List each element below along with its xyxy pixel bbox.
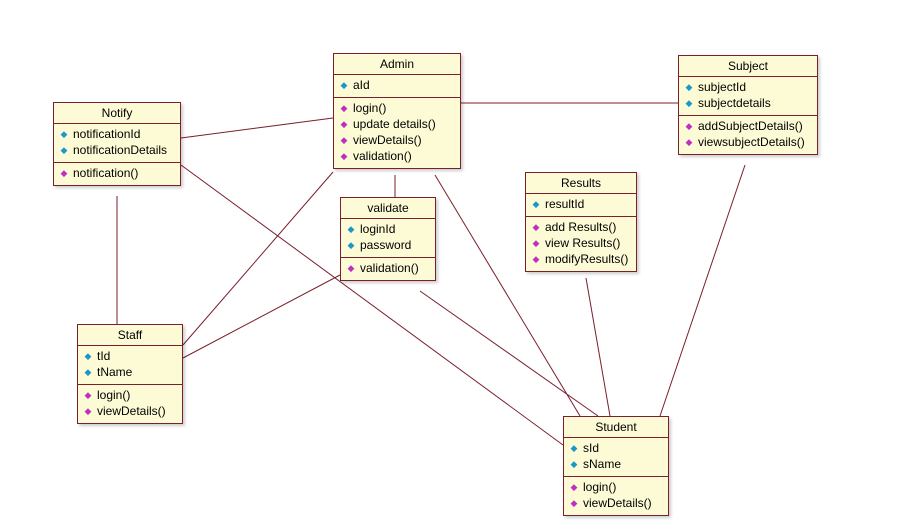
operations-section: add Results() view Results() modifyResul… — [526, 217, 636, 271]
attribute: tId — [97, 349, 110, 363]
operation-icon — [338, 151, 350, 161]
attribute-icon — [683, 98, 695, 108]
operation: view Results() — [545, 236, 620, 250]
operation-icon — [683, 121, 695, 131]
operation-icon — [338, 119, 350, 129]
operations-section: login() update details() viewDetails() v… — [334, 98, 460, 168]
class-title: validate — [341, 198, 435, 219]
attribute-icon — [58, 145, 70, 155]
attribute: loginId — [360, 222, 395, 236]
operation-icon — [82, 390, 94, 400]
operation: modifyResults() — [545, 252, 628, 266]
attribute: sName — [583, 457, 621, 471]
class-title: Notify — [54, 103, 180, 124]
attribute-icon — [82, 367, 94, 377]
operation-icon — [530, 222, 542, 232]
attribute-icon — [530, 199, 542, 209]
operation: add Results() — [545, 220, 616, 234]
class-title: Subject — [679, 56, 817, 77]
attribute: notificationId — [73, 127, 140, 141]
operation-icon — [338, 103, 350, 113]
operation: viewsubjectDetails() — [698, 135, 805, 149]
attribute: notificationDetails — [73, 143, 167, 157]
attributes-section: resultId — [526, 194, 636, 217]
operation-icon — [530, 238, 542, 248]
attribute-icon — [82, 351, 94, 361]
attribute-icon — [58, 129, 70, 139]
operation: viewDetails() — [353, 133, 422, 147]
operation: addSubjectDetails() — [698, 119, 803, 133]
class-student[interactable]: Student sId sName login() viewDetails() — [563, 416, 669, 516]
attribute: aId — [353, 78, 370, 92]
attributes-section: sId sName — [564, 438, 668, 477]
class-title: Results — [526, 173, 636, 194]
operation: update details() — [353, 117, 436, 131]
operations-section: notification() — [54, 163, 180, 185]
class-title: Staff — [78, 325, 182, 346]
operation: viewDetails() — [583, 496, 652, 510]
operations-section: login() viewDetails() — [78, 385, 182, 423]
attribute: subjectdetails — [698, 96, 771, 110]
attribute: tName — [97, 365, 132, 379]
operation: notification() — [73, 166, 138, 180]
operation-icon — [683, 137, 695, 147]
operation-icon — [58, 168, 70, 178]
operation: login() — [353, 101, 386, 115]
class-notify[interactable]: Notify notificationId notificationDetail… — [53, 102, 181, 186]
class-subject[interactable]: Subject subjectId subjectdetails addSubj… — [678, 55, 818, 155]
class-staff[interactable]: Staff tId tName login() viewDetails() — [77, 324, 183, 424]
attributes-section: notificationId notificationDetails — [54, 124, 180, 163]
attributes-section: aId — [334, 75, 460, 98]
operation-icon — [82, 406, 94, 416]
operation-icon — [530, 254, 542, 264]
operations-section: addSubjectDetails() viewsubjectDetails() — [679, 116, 817, 154]
operations-section: validation() — [341, 258, 435, 280]
class-results[interactable]: Results resultId add Results() view Resu… — [525, 172, 637, 272]
attribute-icon — [683, 82, 695, 92]
attributes-section: loginId password — [341, 219, 435, 258]
attribute-icon — [345, 240, 357, 250]
class-admin[interactable]: Admin aId login() update details() viewD… — [333, 53, 461, 169]
operation: validation() — [353, 149, 412, 163]
attribute: subjectId — [698, 80, 746, 94]
class-validate[interactable]: validate loginId password validation() — [340, 197, 436, 281]
operations-section: login() viewDetails() — [564, 477, 668, 515]
attribute-icon — [338, 80, 350, 90]
attributes-section: subjectId subjectdetails — [679, 77, 817, 116]
attribute-icon — [345, 224, 357, 234]
operation-icon — [345, 263, 357, 273]
operation: login() — [97, 388, 130, 402]
attribute: password — [360, 238, 411, 252]
attribute-icon — [568, 459, 580, 469]
class-title: Admin — [334, 54, 460, 75]
attributes-section: tId tName — [78, 346, 182, 385]
operation: login() — [583, 480, 616, 494]
operation-icon — [338, 135, 350, 145]
operation-icon — [568, 482, 580, 492]
attribute: sId — [583, 441, 599, 455]
attribute: resultId — [545, 197, 584, 211]
operation: viewDetails() — [97, 404, 166, 418]
operation-icon — [568, 498, 580, 508]
operation: validation() — [360, 261, 419, 275]
attribute-icon — [568, 443, 580, 453]
class-title: Student — [564, 417, 668, 438]
